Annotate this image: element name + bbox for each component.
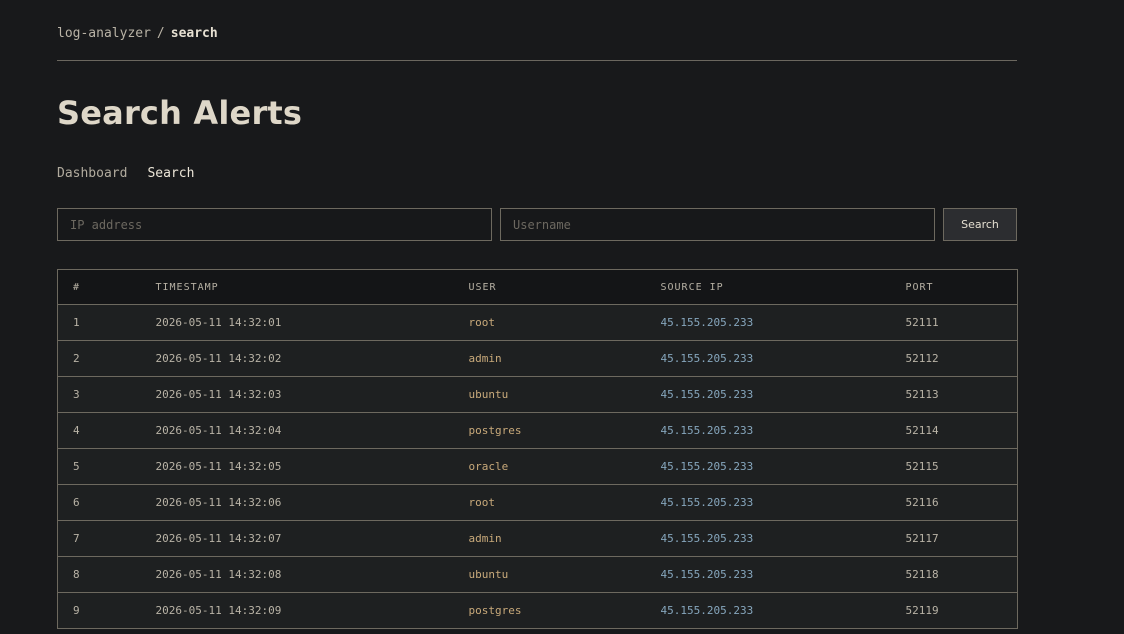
cell-user: root (453, 304, 646, 341)
cell-source-ip[interactable]: 45.155.205.233 (645, 412, 891, 449)
breadcrumb-current: search (170, 26, 218, 41)
cell-user: root (453, 484, 646, 521)
table-row[interactable]: 9 2026-05-11 14:32:09 postgres 45.155.20… (57, 592, 1018, 629)
cell-port: 52116 (890, 484, 1018, 521)
table-header: # TIMESTAMP USER SOURCE IP PORT (57, 269, 1018, 305)
cell-port: 52114 (890, 412, 1018, 449)
cell-timestamp: 2026-05-11 14:32:07 (140, 520, 454, 557)
page-nav: Dashboard Search (57, 166, 194, 181)
cell-port: 52111 (890, 304, 1018, 341)
cell-port: 52118 (890, 556, 1018, 593)
cell-source-ip[interactable]: 45.155.205.233 (645, 484, 891, 521)
cell-user: ubuntu (453, 376, 646, 413)
column-header-timestamp: TIMESTAMP (140, 269, 454, 305)
ip-address-input[interactable] (57, 208, 492, 241)
cell-timestamp: 2026-05-11 14:32:08 (140, 556, 454, 593)
cell-timestamp: 2026-05-11 14:32:02 (140, 340, 454, 377)
cell-timestamp: 2026-05-11 14:32:04 (140, 412, 454, 449)
cell-user: postgres (453, 592, 646, 629)
table-row[interactable]: 8 2026-05-11 14:32:08 ubuntu 45.155.205.… (57, 556, 1018, 593)
cell-port: 52119 (890, 592, 1018, 629)
alerts-table: # TIMESTAMP USER SOURCE IP PORT 1 2026-0… (57, 269, 1018, 629)
cell-timestamp: 2026-05-11 14:32:01 (140, 304, 454, 341)
cell-port: 52112 (890, 340, 1018, 377)
column-header-user: USER (453, 269, 646, 305)
column-header-port: PORT (890, 269, 1018, 305)
cell-timestamp: 2026-05-11 14:32:09 (140, 592, 454, 629)
cell-number: 9 (57, 592, 141, 629)
cell-timestamp: 2026-05-11 14:32:03 (140, 376, 454, 413)
cell-source-ip[interactable]: 45.155.205.233 (645, 340, 891, 377)
table-row[interactable]: 2 2026-05-11 14:32:02 admin 45.155.205.2… (57, 340, 1018, 377)
cell-timestamp: 2026-05-11 14:32:06 (140, 484, 454, 521)
column-header-number: # (57, 269, 141, 305)
table-body: 1 2026-05-11 14:32:01 root 45.155.205.23… (57, 304, 1018, 629)
cell-number: 7 (57, 520, 141, 557)
breadcrumb-root[interactable]: log-analyzer (57, 26, 151, 41)
cell-user: oracle (453, 448, 646, 485)
cell-number: 1 (57, 304, 141, 341)
column-header-source-ip: SOURCE IP (645, 269, 891, 305)
alerts-table-container: # TIMESTAMP USER SOURCE IP PORT 1 2026-0… (57, 269, 1018, 629)
cell-timestamp: 2026-05-11 14:32:05 (140, 448, 454, 485)
cell-user: admin (453, 520, 646, 557)
table-row[interactable]: 3 2026-05-11 14:32:03 ubuntu 45.155.205.… (57, 376, 1018, 413)
cell-source-ip[interactable]: 45.155.205.233 (645, 304, 891, 341)
breadcrumb-separator: / (156, 26, 165, 41)
cell-user: ubuntu (453, 556, 646, 593)
cell-number: 6 (57, 484, 141, 521)
cell-source-ip[interactable]: 45.155.205.233 (645, 556, 891, 593)
table-row[interactable]: 1 2026-05-11 14:32:01 root 45.155.205.23… (57, 304, 1018, 341)
cell-port: 52115 (890, 448, 1018, 485)
cell-number: 4 (57, 412, 141, 449)
table-row[interactable]: 4 2026-05-11 14:32:04 postgres 45.155.20… (57, 412, 1018, 449)
table-row[interactable]: 5 2026-05-11 14:32:05 oracle 45.155.205.… (57, 448, 1018, 485)
cell-source-ip[interactable]: 45.155.205.233 (645, 376, 891, 413)
cell-source-ip[interactable]: 45.155.205.233 (645, 448, 891, 485)
cell-source-ip[interactable]: 45.155.205.233 (645, 520, 891, 557)
page-title: Search Alerts (57, 94, 303, 132)
cell-number: 5 (57, 448, 141, 485)
nav-item-dashboard[interactable]: Dashboard (57, 166, 127, 181)
cell-number: 8 (57, 556, 141, 593)
cell-port: 52113 (890, 376, 1018, 413)
cell-port: 52117 (890, 520, 1018, 557)
cell-source-ip[interactable]: 45.155.205.233 (645, 592, 891, 629)
table-row[interactable]: 7 2026-05-11 14:32:07 admin 45.155.205.2… (57, 520, 1018, 557)
nav-item-search[interactable]: Search (147, 166, 194, 181)
header-divider (57, 60, 1017, 61)
cell-number: 3 (57, 376, 141, 413)
search-button[interactable]: Search (943, 208, 1017, 241)
search-form: Search (57, 208, 1017, 241)
cell-user: admin (453, 340, 646, 377)
table-row[interactable]: 6 2026-05-11 14:32:06 root 45.155.205.23… (57, 484, 1018, 521)
cell-user: postgres (453, 412, 646, 449)
breadcrumb: log-analyzer / search (57, 26, 218, 41)
username-input[interactable] (500, 208, 935, 241)
cell-number: 2 (57, 340, 141, 377)
